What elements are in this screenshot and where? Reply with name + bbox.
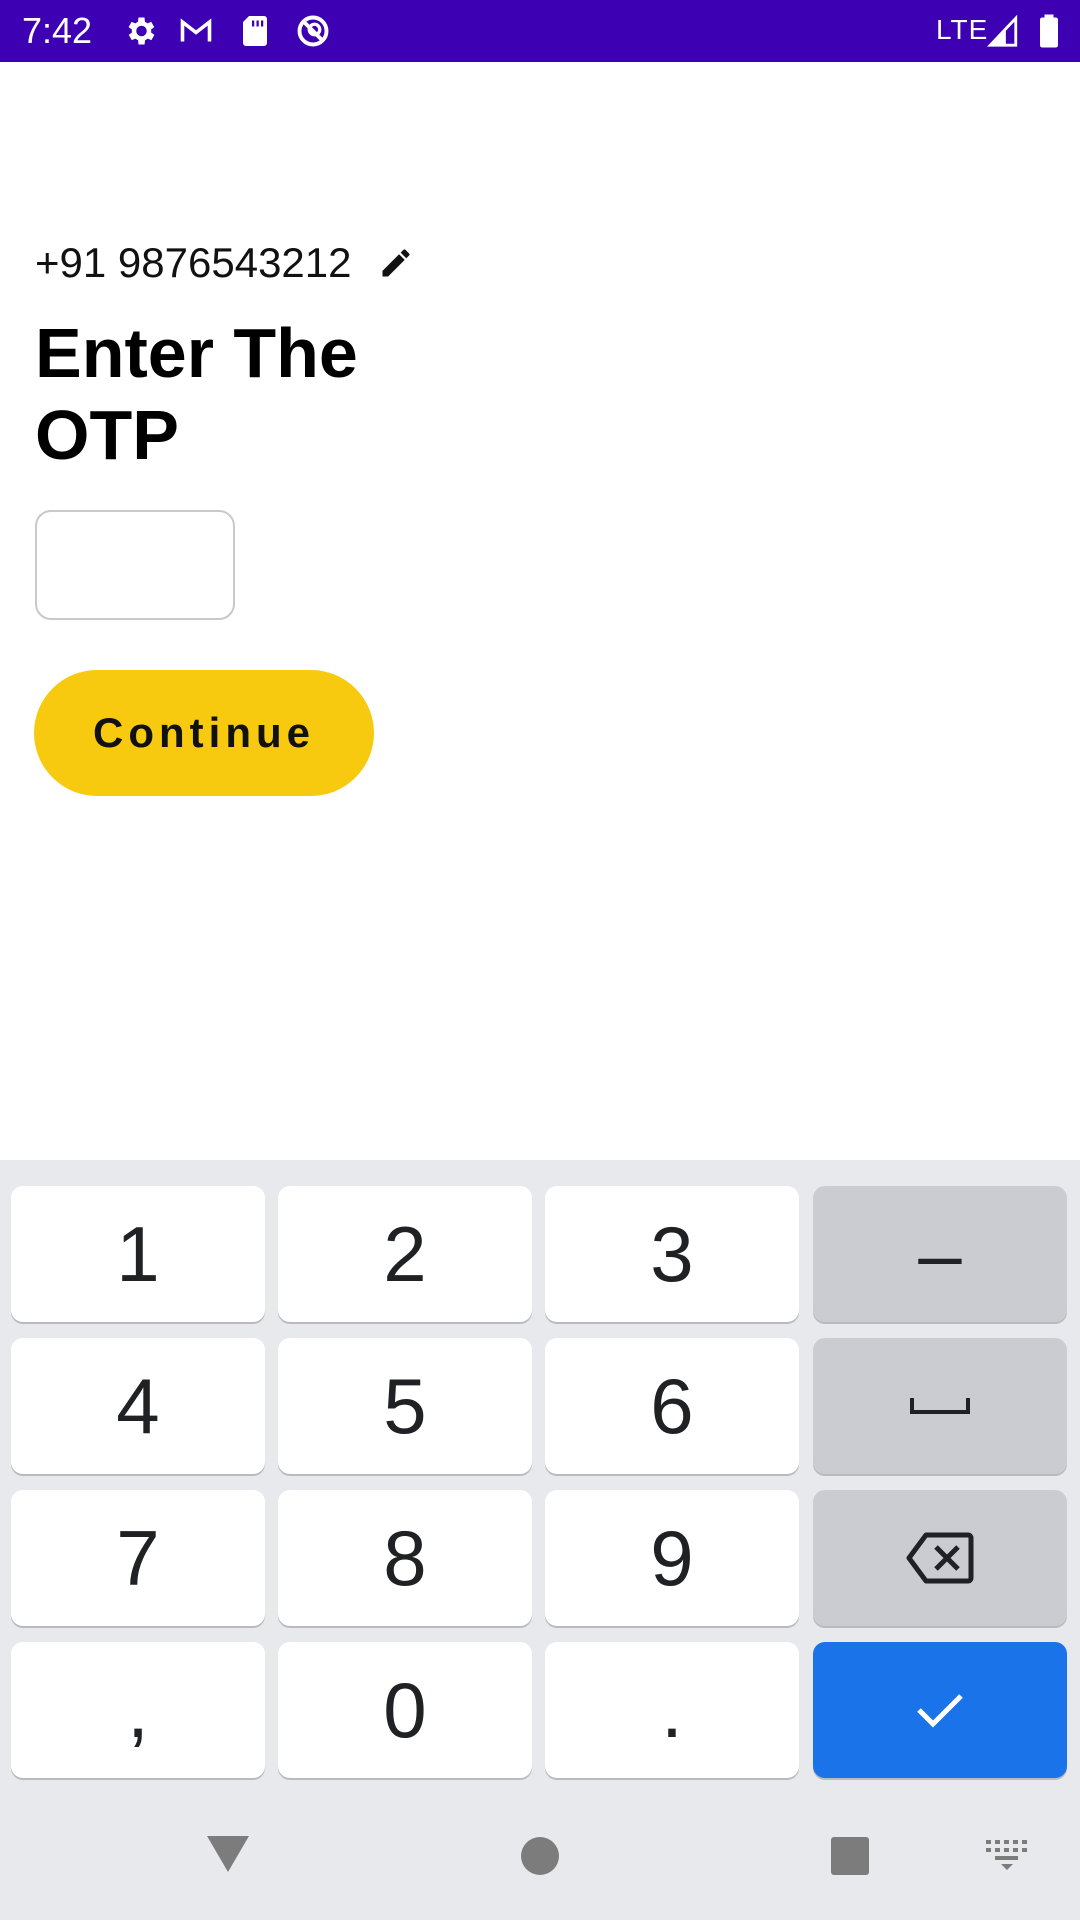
page-title: Enter The OTP [35,314,358,474]
status-time: 7:42 [22,10,93,51]
gmail-icon [180,18,212,42]
network-type: LTE [936,14,989,45]
key-9[interactable]: 9 [545,1490,799,1626]
status-bar: 7:42 LTE [0,0,1080,62]
phone-number-row: +91 9876543212 [35,238,414,288]
key-0[interactable]: 0 [278,1642,532,1778]
backspace-icon [906,1532,974,1584]
key-8[interactable]: 8 [278,1490,532,1626]
settings-icon [128,17,155,45]
key-7[interactable]: 7 [11,1490,265,1626]
checkmark-icon [917,1694,963,1728]
keyboard-switch-icon[interactable] [986,1840,1028,1870]
numeric-keyboard: 1 2 3 – 4 5 6 7 8 9 , 0 . [0,1160,1080,1920]
otp-input-field[interactable] [35,510,235,620]
phone-number: +91 9876543212 [35,239,352,286]
key-space[interactable] [813,1338,1067,1474]
key-5[interactable]: 5 [278,1338,532,1474]
key-4[interactable]: 4 [11,1338,265,1474]
key-3[interactable]: 3 [545,1186,799,1322]
key-backspace[interactable] [813,1490,1067,1626]
key-2[interactable]: 2 [278,1186,532,1322]
edit-pencil-icon[interactable] [378,245,414,281]
key-1[interactable]: 1 [11,1186,265,1322]
sd-card-icon [243,16,267,46]
continue-button[interactable]: Continue [34,670,374,796]
key-comma[interactable]: , [11,1642,265,1778]
battery-icon [1040,14,1058,48]
back-nav-icon[interactable] [205,1834,251,1874]
key-period[interactable]: . [545,1642,799,1778]
space-bar-icon [910,1398,970,1414]
recents-nav-icon[interactable] [830,1836,870,1876]
key-6[interactable]: 6 [545,1338,799,1474]
key-dash[interactable]: – [813,1186,1067,1322]
key-enter[interactable] [813,1642,1067,1778]
no-disturb-icon [297,15,329,47]
home-nav-icon[interactable] [520,1836,560,1876]
signal-icon [986,14,1018,47]
